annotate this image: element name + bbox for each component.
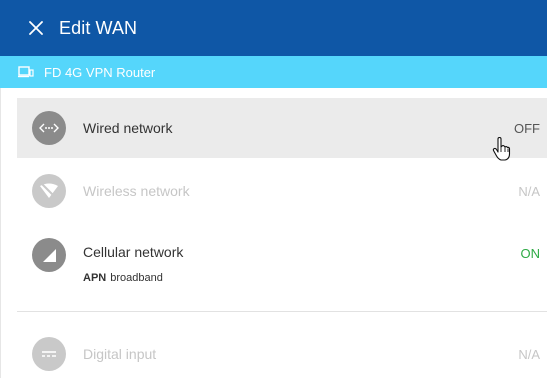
wired-network-status: OFF	[514, 120, 540, 136]
wifi-off-icon	[32, 174, 66, 208]
cellular-network-row[interactable]: Cellular network ON APN broadband	[17, 224, 547, 296]
wireless-network-label: Wireless network	[83, 183, 190, 199]
cellular-network-status: ON	[520, 246, 541, 261]
digital-input-icon	[32, 337, 66, 371]
page-title: Edit WAN	[59, 17, 138, 38]
network-list: Wired network OFF Wireless network N/A C…	[0, 88, 547, 378]
digital-input-row: Digital input N/A	[17, 334, 547, 374]
wireless-network-row: Wireless network N/A	[17, 168, 547, 214]
divider	[17, 311, 547, 312]
app-header: Edit WAN	[0, 0, 547, 56]
cellular-signal-icon	[32, 238, 66, 272]
wired-network-label: Wired network	[83, 120, 173, 136]
apn-value: broadband	[110, 272, 163, 284]
apn-info: APN broadband	[83, 272, 163, 284]
wireless-network-status: N/A	[518, 183, 540, 199]
close-button[interactable]	[23, 15, 49, 41]
ethernet-icon	[32, 111, 66, 145]
hand-cursor-icon	[492, 137, 511, 161]
cellular-network-label: Cellular network	[83, 244, 184, 260]
digital-input-status: N/A	[518, 346, 540, 362]
device-bar: FD 4G VPN Router	[0, 56, 547, 88]
wired-network-row[interactable]: Wired network OFF	[17, 98, 547, 158]
router-icon	[18, 65, 34, 79]
digital-input-label: Digital input	[83, 346, 157, 362]
close-icon	[29, 21, 43, 35]
apn-key: APN	[83, 272, 107, 284]
device-name: FD 4G VPN Router	[44, 64, 156, 80]
